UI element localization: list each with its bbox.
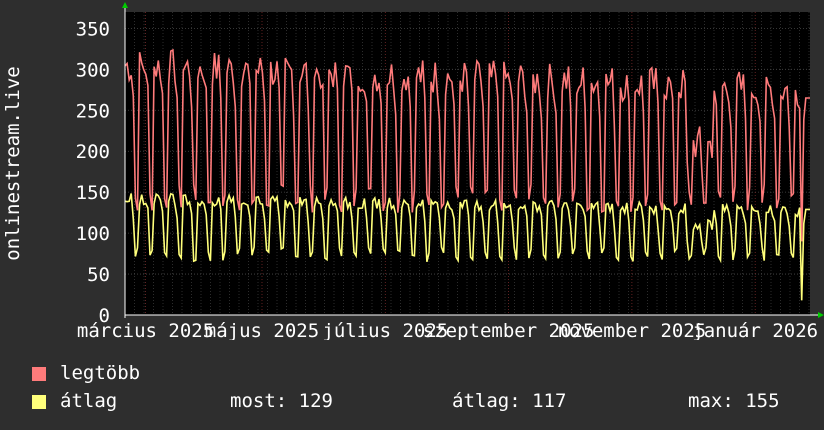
y-tick-label: 200 xyxy=(76,141,110,163)
x-tick-label: május 2025 xyxy=(205,320,319,340)
y-tick-label: 150 xyxy=(76,182,110,204)
y-tick-label: 300 xyxy=(76,59,110,81)
line-chart: 050100150200250300350március 2025május 2… xyxy=(2,2,824,340)
x-tick-label: november 2025 xyxy=(558,320,707,340)
stat-maximum: max: 155 xyxy=(688,390,780,412)
stat-current: most: 129 xyxy=(230,390,333,412)
legend-label-avg: átlag xyxy=(60,390,118,412)
x-tick-label: március 2025 xyxy=(77,320,214,340)
x-axis-arrow-icon xyxy=(818,312,824,318)
legend-label-max: legtöbb xyxy=(60,362,141,384)
y-tick-label: 50 xyxy=(87,264,110,286)
y-axis-label: onlinestream.live xyxy=(2,66,24,260)
y-tick-label: 350 xyxy=(76,18,110,40)
x-tick-label: január 2026 xyxy=(692,320,818,340)
y-axis-arrow-icon xyxy=(122,2,128,8)
y-tick-label: 250 xyxy=(76,100,110,122)
legend-swatch-max xyxy=(32,367,46,381)
y-tick-label: 100 xyxy=(76,223,110,245)
stat-average: átlag: 117 xyxy=(452,390,567,412)
legend-swatch-avg xyxy=(32,395,46,409)
